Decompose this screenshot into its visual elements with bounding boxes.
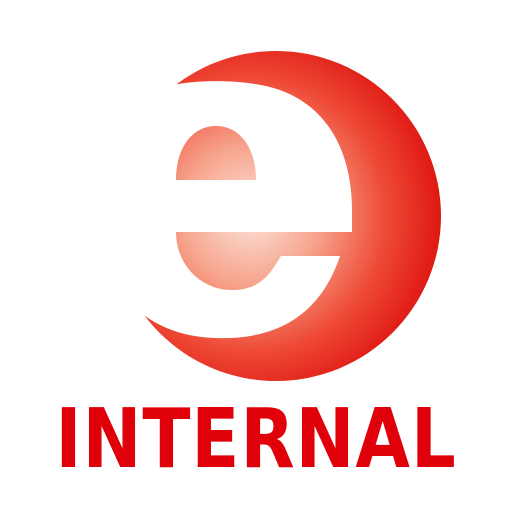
app-logo: INTERNAL bbox=[0, 0, 512, 512]
letter-e-shape bbox=[98, 81, 352, 339]
wordmark-text: INTERNAL bbox=[55, 392, 457, 487]
